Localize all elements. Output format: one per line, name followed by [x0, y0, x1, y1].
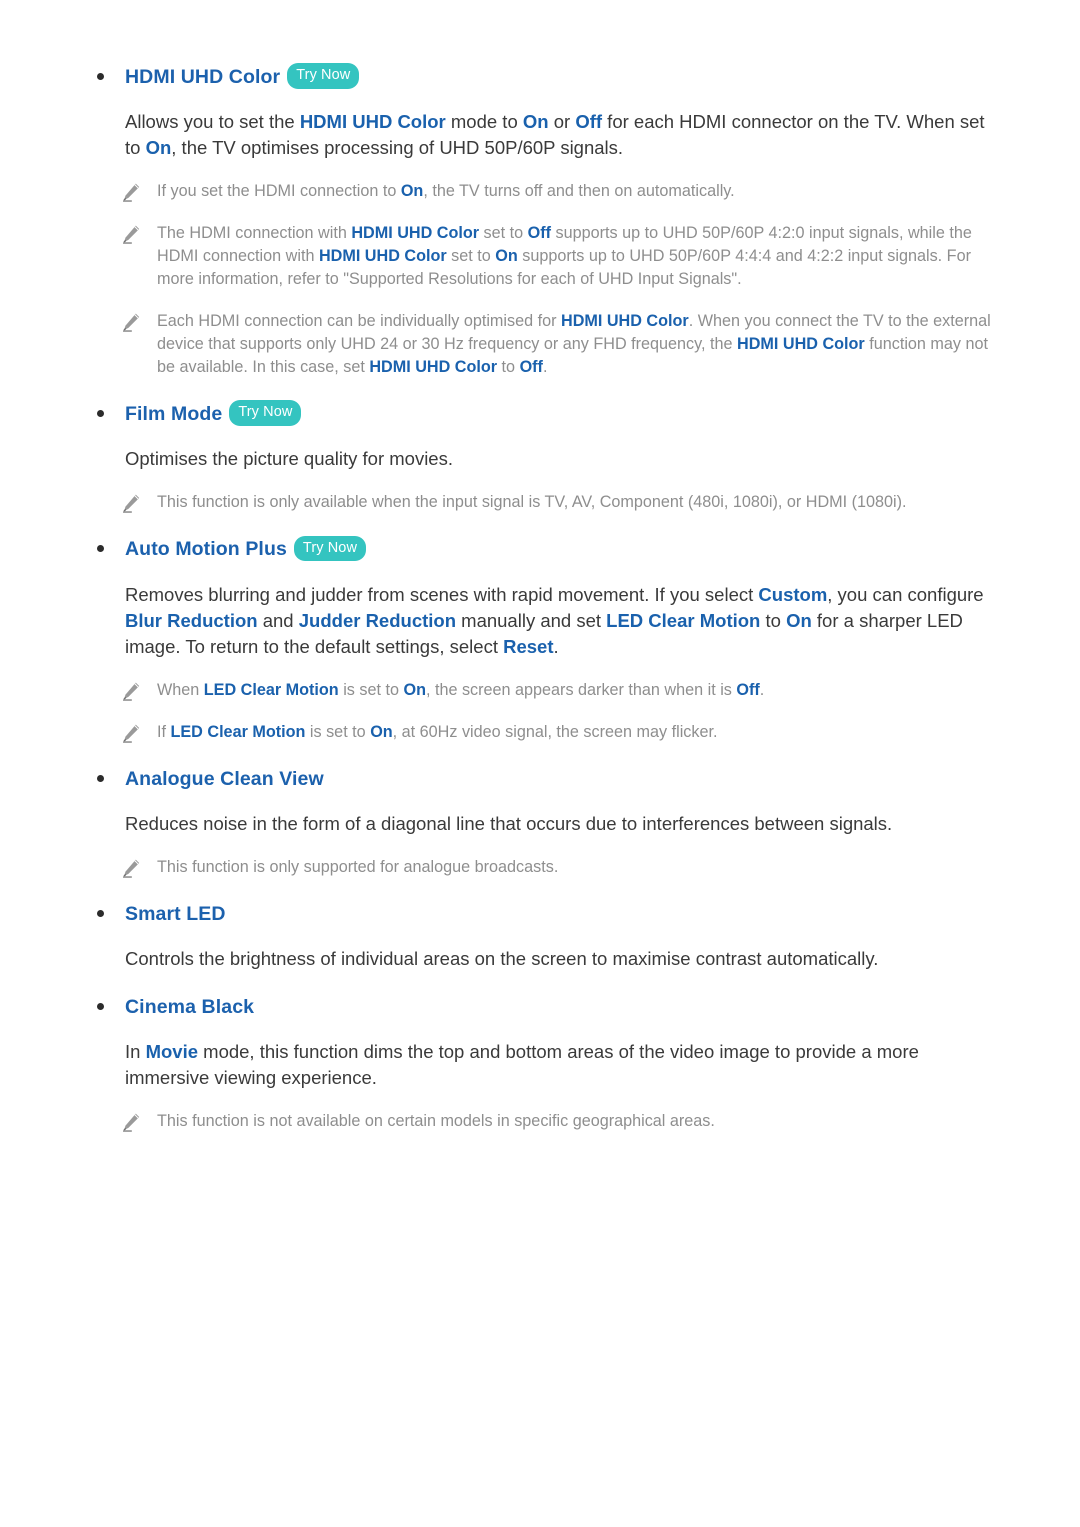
document-page: HDMI UHD Color Try Now Allows you to set t… [0, 0, 1080, 1527]
emphasis-term: Off [527, 224, 552, 243]
pencil-icon [120, 680, 142, 702]
note-text: If you set the HDMI connection to On, th… [157, 182, 735, 201]
section-title[interactable]: Cinema Black [125, 996, 254, 1018]
note-text: The HDMI connection with HDMI UHD Color … [157, 224, 972, 289]
pencil-icon [120, 1111, 142, 1133]
section-auto-motion-plus: Auto Motion Plus Try Now Removes blurring … [75, 534, 1005, 743]
section-body: Reduces noise in the form of a diagonal … [125, 812, 893, 834]
note-text: When LED Clear Motion is set to On, the … [157, 680, 765, 699]
note-item: Each HDMI connection can be individually… [75, 310, 1005, 379]
emphasis-term: LED Clear Motion [606, 609, 761, 631]
section-title[interactable]: Smart LED [125, 903, 226, 925]
section-body: Allows you to set the HDMI UHD Color mod… [125, 111, 985, 159]
emphasis-term: On [370, 722, 393, 741]
note-text: This function is not available on certai… [157, 1112, 715, 1131]
section-smart-led: Smart LED Controls the brightness of indi… [75, 899, 1005, 972]
section-body: Controls the brightness of individual ar… [125, 948, 879, 970]
section-hdmi-uhd-color: HDMI UHD Color Try Now Allows you to set t… [75, 62, 1005, 379]
bullet-dot-icon [97, 909, 104, 917]
section-title[interactable]: Analogue Clean View [125, 768, 324, 790]
pencil-icon [120, 857, 142, 879]
emphasis-term: On [786, 609, 812, 631]
pencil-icon [120, 311, 142, 333]
note-item: The HDMI connection with HDMI UHD Color … [75, 222, 1005, 291]
note-item: This function is not available on certai… [75, 1110, 1005, 1133]
section-title[interactable]: Auto Motion Plus [125, 538, 287, 560]
note-text: If LED Clear Motion is set to On, at 60H… [157, 722, 718, 741]
note-text: Each HDMI connection can be individually… [157, 312, 991, 377]
emphasis-term: Off [575, 111, 603, 133]
emphasis-term: On [145, 137, 172, 159]
section-title[interactable]: HDMI UHD Color [125, 66, 280, 88]
section-film-mode: Film Mode Try Now Optimises the picture qu… [75, 399, 1005, 514]
emphasis-term: Off [519, 358, 543, 377]
try-now-badge[interactable]: Try Now [293, 535, 367, 562]
section-heading-smart-led: Smart LED [75, 899, 1005, 929]
section-title[interactable]: Film Mode [125, 403, 222, 425]
section-heading-film-mode: Film Mode Try Now [75, 399, 1005, 429]
section-body: Removes blurring and judder from scenes … [125, 583, 984, 657]
emphasis-term: On [522, 111, 549, 133]
emphasis-term: Movie [145, 1041, 199, 1063]
emphasis-term: On [403, 680, 426, 699]
section-heading-analogue-clean-view: Analogue Clean View [75, 764, 1005, 794]
pencil-icon [120, 223, 142, 245]
try-now-badge[interactable]: Try Now [229, 400, 302, 426]
emphasis-term: Judder Reduction [298, 609, 457, 631]
emphasis-term: Custom [758, 583, 828, 605]
section-heading-auto-motion-plus: Auto Motion Plus Try Now [75, 534, 1005, 564]
emphasis-term: LED Clear Motion [203, 680, 339, 699]
note-item: If you set the HDMI connection to On, th… [75, 180, 1005, 203]
emphasis-term: HDMI UHD Color [369, 358, 498, 377]
emphasis-term: Blur Reduction [125, 609, 258, 631]
emphasis-term: HDMI UHD Color [561, 312, 689, 331]
emphasis-term: HDMI UHD Color [351, 224, 480, 243]
section-body: In Movie mode, this function dims the to… [125, 1041, 919, 1089]
emphasis-term: Off [736, 680, 760, 699]
note-item: This function is only available when the… [75, 491, 1005, 514]
bullet-dot-icon [97, 1003, 104, 1011]
emphasis-term: LED Clear Motion [170, 722, 306, 741]
try-now-badge[interactable]: Try Now [287, 63, 360, 89]
bullet-dot-icon [97, 774, 104, 782]
emphasis-term: Reset [503, 635, 554, 657]
section-cinema-black: Cinema Black In Movie mode, this function… [75, 992, 1005, 1133]
section-body: Optimises the picture quality for movies… [125, 448, 453, 470]
section-heading-hdmi-uhd-color: HDMI UHD Color Try Now [75, 62, 1005, 92]
note-text: This function is only available when the… [157, 493, 907, 512]
section-analogue-clean-view: Analogue Clean View Reduces noise in the … [75, 764, 1005, 879]
bullet-dot-icon [97, 545, 104, 553]
note-item: When LED Clear Motion is set to On, the … [75, 679, 1005, 702]
emphasis-term: HDMI UHD Color [737, 335, 865, 354]
pencil-icon [120, 722, 142, 744]
emphasis-term: On [400, 182, 424, 201]
pencil-icon [120, 492, 142, 514]
section-heading-cinema-black: Cinema Black [75, 992, 1005, 1022]
emphasis-term: On [495, 247, 518, 266]
emphasis-term: HDMI UHD Color [318, 247, 447, 266]
note-item: If LED Clear Motion is set to On, at 60H… [75, 721, 1005, 744]
bullet-dot-icon [97, 73, 104, 80]
sections-container: HDMI UHD Color Try Now Allows you to set t… [75, 62, 1005, 1133]
emphasis-term: HDMI UHD Color [299, 111, 446, 133]
bullet-dot-icon [97, 410, 104, 418]
note-text: This function is only supported for anal… [157, 857, 559, 876]
note-item: This function is only supported for anal… [75, 856, 1005, 879]
pencil-icon [120, 181, 142, 203]
